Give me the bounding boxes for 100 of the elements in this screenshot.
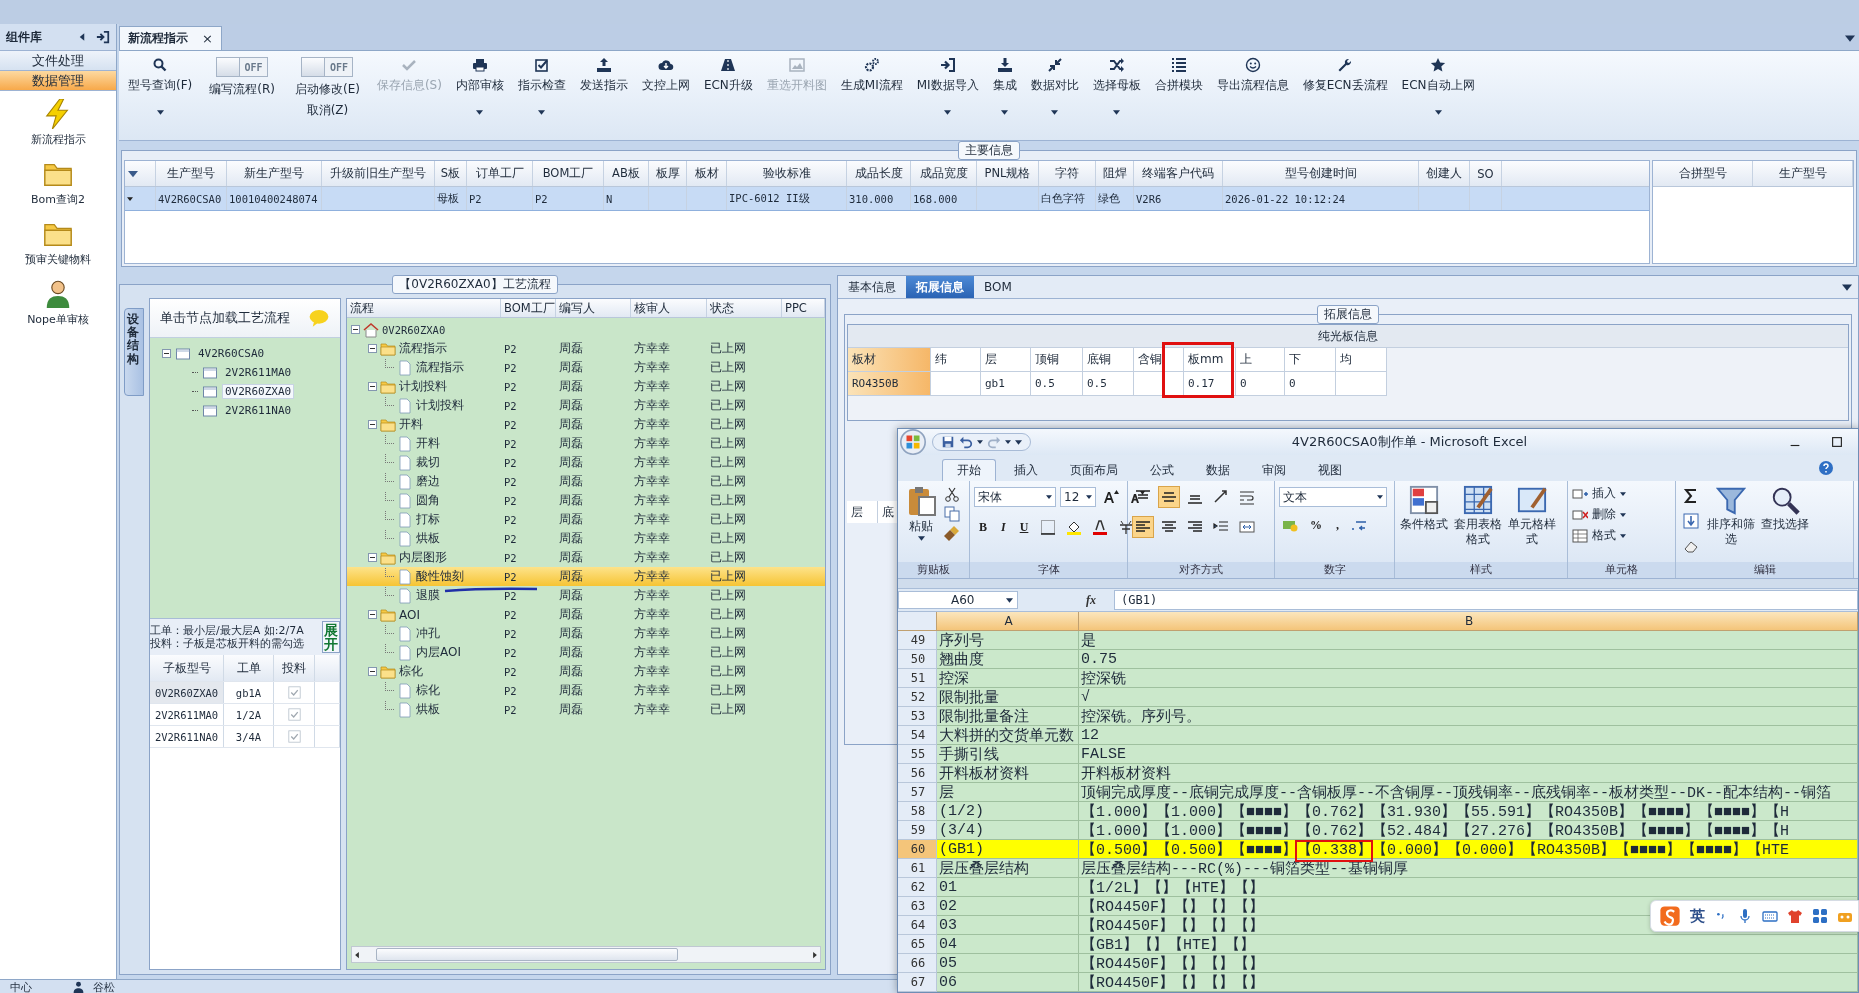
- ribbon-tab[interactable]: 开始: [942, 459, 996, 481]
- ribbon-button[interactable]: 查找选择: [1760, 485, 1810, 562]
- help-icon[interactable]: [1818, 460, 1834, 476]
- tree-node[interactable]: 0V2R60ZXA0: [222, 384, 295, 399]
- sum-icon[interactable]: [1683, 488, 1699, 504]
- tree-node[interactable]: 计划投料: [416, 397, 464, 414]
- tree-node[interactable]: 0V2R60ZXA0: [382, 323, 446, 336]
- toolbar-button[interactable]: 发送指示: [572, 57, 635, 137]
- toolbar-button[interactable]: 集成: [985, 57, 1024, 137]
- tree-node[interactable]: 退膜: [416, 587, 440, 604]
- align-right-icon[interactable]: [1187, 519, 1203, 535]
- collapse-icon[interactable]: [368, 382, 377, 391]
- toolbar-button[interactable]: ECN自动上网: [1394, 57, 1482, 137]
- format-button[interactable]: U: [1014, 517, 1034, 537]
- tree-node[interactable]: 计划投料: [399, 378, 447, 395]
- toolbar-button[interactable]: 数据对比: [1023, 57, 1086, 137]
- row-header[interactable]: 67: [898, 973, 937, 992]
- checkbox[interactable]: [287, 730, 301, 743]
- toolbar-button[interactable]: 合拼模块: [1147, 57, 1210, 137]
- row-header[interactable]: 53: [898, 707, 937, 726]
- toolbar-button[interactable]: 文控上网: [634, 57, 697, 137]
- row-header[interactable]: 51: [898, 669, 937, 688]
- collapse-icon[interactable]: [368, 420, 377, 429]
- side-tab[interactable]: 设备结构: [124, 308, 144, 396]
- font-color-icon[interactable]: [1092, 519, 1109, 535]
- microphone-icon[interactable]: [1737, 908, 1753, 924]
- toolbar-button[interactable]: 选择母板: [1085, 57, 1148, 137]
- ribbon-button[interactable]: 套用表格格式: [1453, 485, 1503, 562]
- tree-node[interactable]: 棕化: [399, 663, 423, 680]
- checkbox[interactable]: [287, 708, 301, 721]
- font-size-field[interactable]: 12: [1060, 487, 1096, 507]
- toggle-switch[interactable]: OFF: [216, 57, 269, 77]
- format-button[interactable]: %: [1305, 515, 1327, 535]
- tree-node[interactable]: 烘板: [416, 530, 440, 547]
- checkbox[interactable]: [287, 686, 301, 699]
- tree-node[interactable]: 烘板: [416, 701, 440, 718]
- scrollbar[interactable]: [351, 946, 821, 963]
- tree-node[interactable]: 酸性蚀刻: [416, 568, 464, 585]
- row-header[interactable]: 54: [898, 726, 937, 745]
- row-header[interactable]: 60: [898, 840, 937, 859]
- undo-icon[interactable]: [959, 435, 973, 449]
- column-header[interactable]: B: [1079, 612, 1858, 631]
- tree-node[interactable]: AOI: [399, 607, 420, 622]
- tree-node[interactable]: 2V2R611MA0: [222, 365, 295, 380]
- row-header[interactable]: 56: [898, 764, 937, 783]
- table-row[interactable]: 4V2R60CSA0 10010400248074 母板 P2 P2 N IPC-6012 II级 310.000 168.000 白色字符 绿色 V2R6 2026-01-22 10:12:24: [125, 187, 1649, 211]
- toolbar-button[interactable]: 型号查询(F): [121, 57, 200, 137]
- shirt-icon[interactable]: [1787, 908, 1803, 924]
- row-header[interactable]: 64: [898, 916, 937, 935]
- sidebar-item[interactable]: Bom查询2: [29, 157, 87, 209]
- save-icon[interactable]: [941, 435, 955, 449]
- format-button[interactable]: I: [996, 517, 1011, 537]
- ribbon-button[interactable]: 插入: [1572, 485, 1626, 502]
- row-header[interactable]: 66: [898, 954, 937, 973]
- maximize-icon[interactable]: [1830, 435, 1844, 449]
- ribbon-tab[interactable]: 插入: [1000, 459, 1052, 481]
- font-name-field[interactable]: 宋体: [974, 487, 1056, 507]
- expand-button[interactable]: 展开: [322, 621, 340, 653]
- ribbon-tab[interactable]: 视图: [1304, 459, 1356, 481]
- sidebar-item[interactable]: Nope单审核: [25, 277, 91, 329]
- row-header[interactable]: 50: [898, 650, 937, 669]
- merge-icon[interactable]: [1239, 519, 1255, 535]
- toolbar-button[interactable]: 指示检查: [510, 57, 573, 137]
- row-header[interactable]: 55: [898, 745, 937, 764]
- close-button[interactable]: ×: [202, 31, 213, 46]
- toggle-switch[interactable]: OFF: [301, 57, 354, 77]
- ribbon-button[interactable]: 单元格样式: [1507, 485, 1557, 562]
- tree-node[interactable]: 流程指示: [416, 359, 464, 376]
- ribbon-button[interactable]: 格式: [1572, 527, 1626, 544]
- orientation-icon[interactable]: [1213, 489, 1229, 505]
- collapse-icon[interactable]: [368, 344, 377, 353]
- collapse-icon[interactable]: [351, 325, 360, 334]
- collapse-icon[interactable]: [368, 553, 377, 562]
- tree-node[interactable]: 开料: [399, 416, 423, 433]
- ribbon-button[interactable]: 删除: [1572, 506, 1626, 523]
- border-icon[interactable]: [1040, 519, 1057, 535]
- ribbon-button[interactable]: 排序和筛选: [1706, 485, 1756, 562]
- fill-down-icon[interactable]: [1683, 513, 1699, 529]
- row-header[interactable]: 57: [898, 783, 937, 802]
- tree-node[interactable]: 流程指示: [399, 340, 447, 357]
- row-header[interactable]: 49: [898, 631, 937, 650]
- collapse-icon[interactable]: [368, 667, 377, 676]
- tab[interactable]: BOM: [974, 276, 1022, 298]
- format-painter-icon[interactable]: [944, 525, 960, 541]
- shrink-font-icon[interactable]: [1129, 489, 1145, 505]
- format-button[interactable]: B: [974, 517, 992, 537]
- ribbon-tab[interactable]: 审阅: [1248, 459, 1300, 481]
- fill-color-icon[interactable]: [1066, 519, 1083, 535]
- ribbon-tab[interactable]: 公式: [1136, 459, 1188, 481]
- align-left-icon[interactable]: [1135, 519, 1151, 535]
- tree-node[interactable]: 4V2R60CSA0: [195, 346, 268, 361]
- tree-node[interactable]: 内层AOI: [416, 644, 461, 661]
- sidebar-section[interactable]: 数据管理: [0, 71, 116, 91]
- sidebar-item[interactable]: 新流程指示: [28, 97, 88, 149]
- select-all-icon[interactable]: [128, 168, 138, 179]
- ribbon-button[interactable]: 条件格式: [1399, 485, 1449, 562]
- tree-node[interactable]: 磨边: [416, 473, 440, 490]
- dropdown-arrow-icon[interactable]: [1842, 284, 1852, 291]
- tree-node[interactable]: 开料: [416, 435, 440, 452]
- ribbon-tab[interactable]: 页面布局: [1056, 459, 1132, 481]
